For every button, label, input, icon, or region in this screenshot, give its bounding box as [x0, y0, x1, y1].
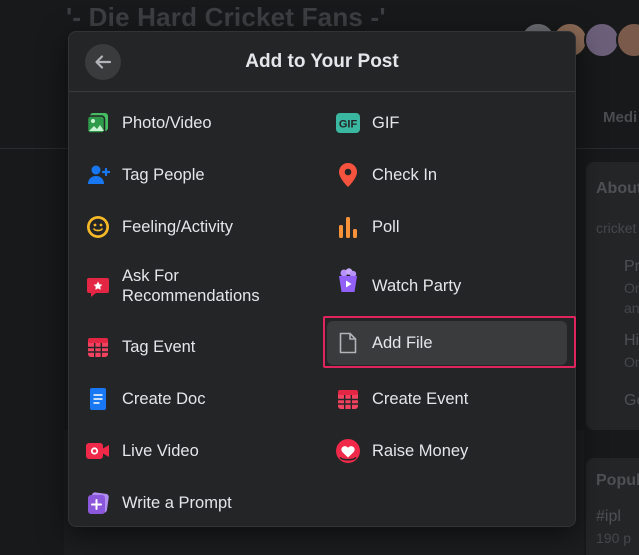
- option-label: Write a Prompt: [122, 494, 232, 512]
- option-label: Create Event: [372, 390, 469, 408]
- option-tag-event[interactable]: Tag Event: [71, 323, 315, 371]
- feeling-icon: [85, 214, 111, 240]
- document-icon: [85, 386, 111, 412]
- photo-video-icon: [85, 110, 111, 136]
- option-create-doc[interactable]: Create Doc: [71, 375, 315, 423]
- option-label: Create Doc: [122, 390, 206, 408]
- avatar: [616, 22, 639, 58]
- tag-people-icon: [85, 162, 111, 188]
- option-live-video[interactable]: Live Video: [71, 427, 315, 475]
- popular-heading: Popul: [596, 472, 639, 489]
- option-gif[interactable]: GIF GIF: [321, 99, 565, 147]
- gif-icon: GIF: [335, 110, 361, 136]
- option-ask-for-recommendations[interactable]: Ask For Recommendations: [71, 255, 315, 319]
- calendar-icon: [85, 334, 111, 360]
- option-label: Check In: [372, 166, 438, 184]
- hashtag-link[interactable]: #ipl: [596, 508, 621, 526]
- location-pin-icon: [335, 162, 361, 188]
- file-icon: [335, 330, 361, 356]
- tab-media[interactable]: Medi: [603, 109, 637, 126]
- dialog-header: Add to Your Post: [69, 32, 575, 92]
- hashtag-posts: 190 p: [596, 530, 632, 546]
- option-poll[interactable]: Poll: [321, 203, 565, 251]
- option-label: Add File: [372, 334, 433, 352]
- option-label: Live Video: [122, 442, 199, 460]
- about-description: cricket: [596, 220, 637, 236]
- option-label: Poll: [372, 218, 400, 236]
- about-heading: About: [596, 180, 639, 197]
- option-check-in[interactable]: Check In: [321, 151, 565, 199]
- watch-party-icon: [335, 268, 361, 294]
- avatar: [584, 22, 620, 58]
- recommendations-icon: [85, 274, 111, 300]
- option-create-event[interactable]: Create Event: [321, 375, 565, 423]
- privacy-sub: an: [624, 300, 639, 316]
- prompt-icon: [85, 490, 111, 516]
- option-feeling-activity[interactable]: Feeling/Activity: [71, 203, 315, 251]
- option-label: Feeling/Activity: [122, 218, 233, 236]
- option-label: Tag People: [122, 166, 205, 184]
- option-add-file[interactable]: Add File: [327, 321, 567, 365]
- add-to-post-dialog: Add to Your Post Photo/Video Tag People …: [68, 31, 576, 527]
- option-label: GIF: [372, 114, 400, 132]
- option-label: Photo/Video: [122, 114, 212, 132]
- heart-donation-icon: [335, 438, 361, 464]
- option-label: Raise Money: [372, 442, 469, 460]
- option-tag-people[interactable]: Tag People: [71, 151, 315, 199]
- privacy-label: Pr: [624, 258, 639, 275]
- about-card: [586, 162, 639, 430]
- privacy-sub: On: [624, 280, 639, 296]
- option-photo-video[interactable]: Photo/Video: [71, 99, 315, 147]
- option-label: Ask For Recommendations: [122, 267, 260, 305]
- general-label: Ge: [624, 392, 639, 409]
- option-write-a-prompt[interactable]: Write a Prompt: [71, 479, 315, 527]
- dialog-title: Add to Your Post: [245, 51, 399, 72]
- poll-icon: [335, 214, 361, 240]
- group-title: '- Die Hard Cricket Fans -': [66, 2, 386, 32]
- option-label: Watch Party: [372, 277, 462, 295]
- option-raise-money[interactable]: Raise Money: [321, 427, 565, 475]
- option-label: Tag Event: [122, 338, 196, 356]
- live-video-icon: [85, 438, 111, 464]
- visibility-sub: On: [624, 354, 639, 370]
- svg-text:GIF: GIF: [339, 119, 358, 131]
- calendar-icon: [335, 386, 361, 412]
- visibility-label: Hi: [624, 332, 639, 349]
- option-watch-party[interactable]: Watch Party: [321, 255, 565, 319]
